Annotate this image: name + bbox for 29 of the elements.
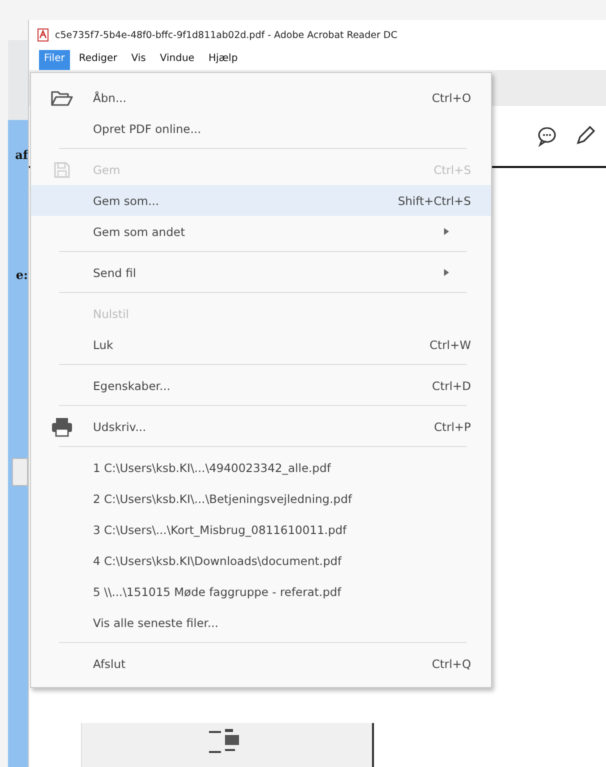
menu-bar-item[interactable]: Vis <box>126 50 151 70</box>
printer-icon <box>51 416 73 436</box>
menu-item[interactable]: Egenskaber... Ctrl+D <box>31 370 491 401</box>
page-thumbnail[interactable] <box>81 723 374 767</box>
menu-item[interactable]: Åbn... Ctrl+O <box>31 82 491 113</box>
side-text: af <box>15 148 28 162</box>
pen-icon[interactable] <box>574 125 596 147</box>
menu-item[interactable]: Luk Ctrl+W <box>31 329 491 360</box>
menu-item[interactable]: 5 \\...\151015 Møde faggruppe - referat.pdf <box>31 576 491 607</box>
menu-bar-item[interactable]: Hjælp <box>203 50 243 70</box>
menu-item[interactable]: Gem som andet <box>31 216 491 247</box>
menu-item[interactable]: 1 C:\Users\ksb.KI\...\4940023342_alle.pdf <box>31 452 491 483</box>
pdf-icon <box>37 28 49 42</box>
menu-item[interactable]: 2 C:\Users\ksb.KI\...\Betjeningsvejledning.pdf <box>31 483 491 514</box>
menu-item[interactable]: Afslut Ctrl+Q <box>31 648 491 679</box>
window-title: c5e735f7-5b4e-48f0-bffc-9f1d811ab02d.pdf - Adobe Acrobat Reader DC <box>55 30 398 40</box>
menu-item[interactable]: Opret PDF online... <box>31 113 491 144</box>
menu-item[interactable]: 3 C:\Users\...\Kort_Misbrug_0811610011.pdf <box>31 514 491 545</box>
side-text: e: <box>16 268 28 282</box>
menu-item[interactable]: Udskriv... Ctrl+P <box>31 411 491 442</box>
menu-item[interactable]: Send fil <box>31 257 491 288</box>
save-icon <box>53 160 71 178</box>
menu-bar-item[interactable]: Vindue <box>154 50 200 70</box>
menu-item[interactable]: Vis alle seneste filer... <box>31 607 491 638</box>
menu-bar-item[interactable]: Rediger <box>74 50 122 70</box>
menu-item[interactable]: 4 C:\Users\ksb.KI\Downloads\document.pdf <box>31 545 491 576</box>
folder-icon <box>51 88 73 106</box>
menu-item[interactable]: Gem som... Shift+Ctrl+S <box>31 185 491 216</box>
comment-icon[interactable] <box>536 125 558 147</box>
